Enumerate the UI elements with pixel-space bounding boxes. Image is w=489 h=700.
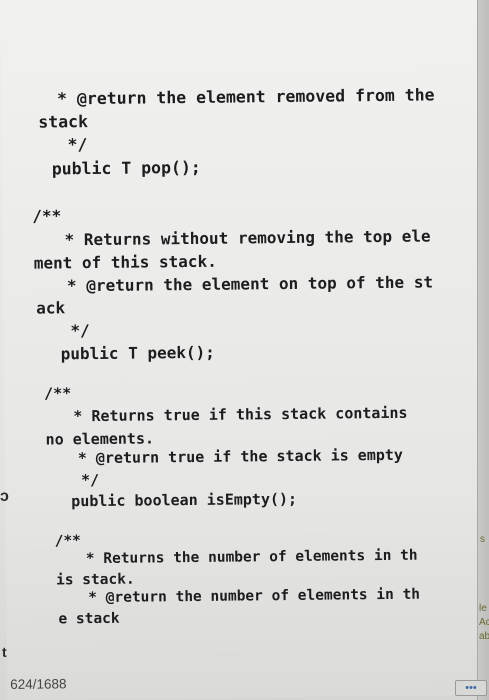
adjacent-window-edge: s le Ac ab: [477, 0, 489, 700]
code-line: /**: [32, 206, 62, 226]
code-line: /**: [44, 384, 72, 403]
ebook-page: * @return the element removed from the s…: [0, 0, 486, 700]
code-line: is stack.: [55, 571, 135, 589]
code-line: public T peek();: [60, 342, 215, 364]
left-edge-glyph: t: [2, 644, 7, 660]
more-options-button[interactable]: •••: [455, 680, 487, 696]
code-listing: * @return the element removed from the s…: [0, 0, 434, 627]
code-line: */: [80, 470, 100, 490]
side-text-fragment: s: [480, 534, 485, 545]
code-line: * @return true if the stack is empty: [77, 445, 403, 468]
side-text-fragment: Ac: [479, 617, 489, 628]
code-line: */: [67, 135, 88, 155]
side-text-fragment: le: [479, 603, 487, 614]
code-line: no elements.: [45, 429, 155, 449]
code-line: * Returns without removing the top ele: [64, 226, 431, 250]
code-line: public T pop();: [51, 157, 201, 179]
code-line: stack: [38, 112, 89, 132]
code-line: ment of this stack.: [33, 251, 217, 273]
code-line: * Returns true if this stack contains: [73, 403, 408, 426]
photo-screen: * @return the element removed from the s…: [0, 0, 489, 700]
code-line: * Returns the number of elements in th: [85, 547, 418, 568]
side-text-fragment: ab: [479, 631, 489, 642]
code-line: e stack: [58, 610, 120, 628]
code-line: */: [70, 321, 90, 341]
more-dots-icon: •••: [465, 682, 477, 694]
code-line: * @return the element on top of the st: [66, 272, 434, 296]
code-line: * @return the element removed from the: [56, 85, 435, 109]
code-line: public boolean isEmpty();: [71, 489, 298, 511]
code-line: ack: [36, 298, 66, 318]
left-edge-glyph: ↄ: [0, 488, 9, 505]
code-line: /**: [54, 533, 81, 550]
code-line: * @return the number of elements in th: [88, 586, 421, 607]
page-indicator: 624/1688: [10, 676, 67, 692]
